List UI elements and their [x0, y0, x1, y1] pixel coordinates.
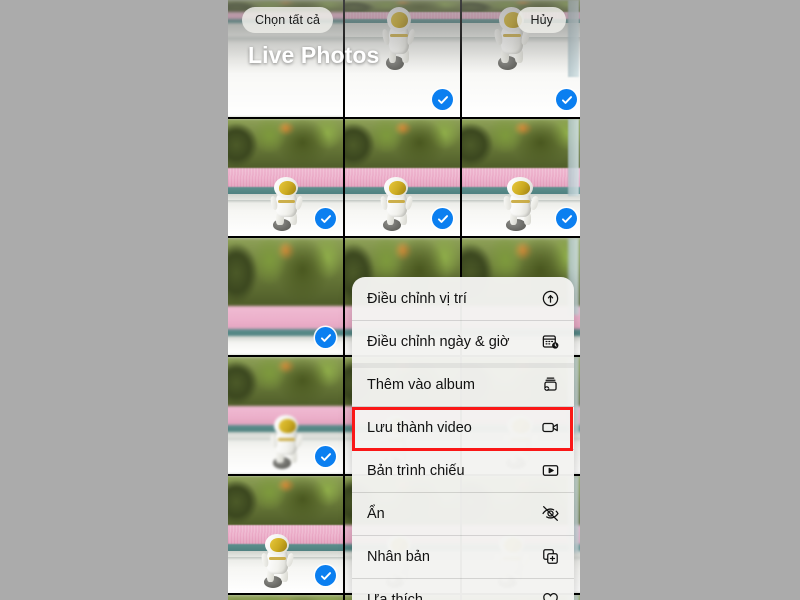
context-menu[interactable]: Điều chỉnh vị trí Điều chỉnh ngày & giờ Th… — [352, 277, 574, 600]
duplicate-icon — [539, 546, 561, 568]
photo-thumbnail[interactable] — [228, 238, 343, 355]
menu-separator — [352, 492, 574, 493]
calendar-clock-icon — [539, 331, 561, 353]
album-title: Live Photos — [248, 42, 380, 68]
photo-thumbnail[interactable] — [228, 476, 343, 593]
selection-check-icon[interactable] — [315, 327, 336, 348]
context-menu-item-label: Ưa thích — [367, 591, 423, 600]
slideshow-play-icon — [539, 460, 561, 482]
context-menu-item[interactable]: Lưu thành video — [352, 406, 574, 449]
astronaut-figurine — [267, 413, 306, 469]
menu-separator — [352, 320, 574, 321]
menu-separator — [352, 578, 574, 579]
selection-check-icon[interactable] — [556, 208, 577, 229]
selection-check-icon[interactable] — [315, 208, 336, 229]
photo-thumbnail[interactable] — [462, 119, 580, 236]
phone-screenshot: Chọn tất cả Hủy Live Photos Điều chỉnh v… — [228, 0, 580, 600]
photo-thumbnail[interactable] — [345, 119, 460, 236]
menu-separator — [352, 363, 574, 368]
context-menu-item[interactable]: Bản trình chiếu — [352, 449, 574, 492]
eye-slash-icon — [539, 503, 561, 525]
context-menu-item-label: Điều chỉnh vị trí — [367, 290, 467, 307]
context-menu-item-label: Ẩn — [367, 505, 385, 522]
context-menu-item-label: Thêm vào album — [367, 376, 475, 393]
heart-icon — [539, 589, 561, 600]
astronaut-figurine — [258, 532, 297, 588]
astronaut-figurine — [500, 175, 541, 231]
context-menu-item[interactable]: Điều chỉnh ngày & giờ — [352, 320, 574, 363]
select-all-button[interactable]: Chọn tất cả — [242, 7, 334, 33]
video-camera-icon — [539, 417, 561, 439]
selection-check-icon[interactable] — [315, 446, 336, 467]
selection-check-icon[interactable] — [315, 565, 336, 586]
context-menu-item[interactable]: Nhân bản — [352, 535, 574, 578]
photo-thumbnail[interactable] — [228, 357, 343, 474]
menu-separator — [352, 535, 574, 536]
add-to-album-icon — [539, 374, 561, 396]
photo-thumbnail[interactable] — [228, 119, 343, 236]
astronaut-figurine — [380, 5, 419, 70]
context-menu-item[interactable]: Ưa thích — [352, 578, 574, 600]
menu-separator — [352, 406, 574, 407]
menu-separator — [352, 449, 574, 450]
photo-thumbnail[interactable] — [228, 595, 343, 600]
cancel-button[interactable]: Hủy — [517, 7, 566, 33]
screenshot-root: Chọn tất cả Hủy Live Photos Điều chỉnh v… — [0, 0, 800, 600]
context-menu-item-label: Bản trình chiếu — [367, 462, 465, 479]
context-menu-item[interactable]: Thêm vào album — [352, 363, 574, 406]
photo-image — [228, 595, 343, 600]
context-menu-item[interactable]: Ẩn — [352, 492, 574, 535]
selection-check-icon[interactable] — [556, 89, 577, 110]
context-menu-item-label: Điều chỉnh ngày & giờ — [367, 333, 510, 350]
astronaut-figurine — [377, 175, 416, 231]
selection-check-icon[interactable] — [432, 208, 453, 229]
selection-check-icon[interactable] — [432, 89, 453, 110]
context-menu-item[interactable]: Điều chỉnh vị trí — [352, 277, 574, 320]
context-menu-item-label: Lưu thành video — [367, 419, 472, 436]
astronaut-figurine — [267, 175, 306, 231]
location-pin-circle-icon — [539, 288, 561, 310]
context-menu-item-label: Nhân bản — [367, 548, 430, 565]
